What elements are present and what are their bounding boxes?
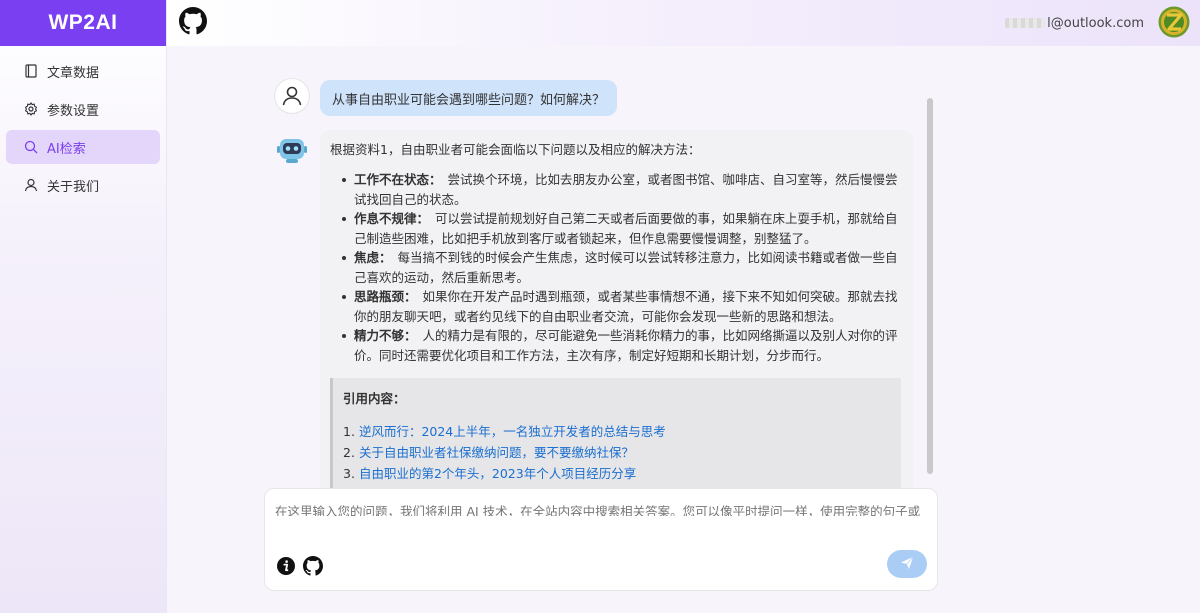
github-icon[interactable] bbox=[303, 556, 323, 576]
robot-avatar-icon bbox=[274, 131, 310, 167]
list-item: 思路瓶颈： 如果你在开发产品时遇到瓶颈，或者某些事情想不通，接下来不知如何突破。那… bbox=[340, 287, 901, 326]
point-title: 焦虑： bbox=[354, 250, 392, 265]
question-input[interactable] bbox=[275, 501, 925, 516]
bot-intro: 根据资料1，自由职业者可能会面临以下问题以及相应的解决方法： bbox=[330, 142, 701, 157]
reference-number: 2. bbox=[343, 445, 355, 460]
search-icon bbox=[24, 140, 38, 154]
point-text: 可以尝试提前规划好自己第二天或者后面要做的事，如果躺在床上耍手机，那就给自己制造… bbox=[354, 211, 898, 246]
list-item: 作息不规律： 可以尝试提前规划好自己第二天或者后面要做的事，如果躺在床上耍手机，那… bbox=[340, 209, 901, 248]
chat-scrollbar[interactable] bbox=[922, 80, 936, 490]
user-avatar bbox=[274, 78, 310, 114]
info-icon[interactable] bbox=[276, 556, 296, 576]
book-icon bbox=[24, 64, 38, 78]
reference-number: 1. bbox=[343, 424, 355, 439]
reference-item: 1. 逆风而行：2024上半年，一名独立开发者的总结与思考 bbox=[343, 421, 889, 442]
reference-link[interactable]: 逆风而行：2024上半年，一名独立开发者的总结与思考 bbox=[359, 424, 666, 439]
user-avatar-icon bbox=[282, 86, 302, 106]
reference-item: 3. 自由职业的第2个年头，2023年个人项目经历分享 bbox=[343, 463, 889, 484]
sidebar-item-label: 文章数据 bbox=[47, 65, 100, 81]
reference-item: 2. 关于自由职业者社保缴纳问题，要不要缴纳社保？ bbox=[343, 442, 889, 463]
sidebar-nav: 文章数据 参数设置 AI检索 关于我们 bbox=[0, 46, 166, 202]
bot-points: 工作不在状态： 尝试换个环境，比如去朋友办公室，或者图书馆、咖啡店、自习室等，然后… bbox=[330, 170, 901, 365]
github-icon[interactable] bbox=[179, 7, 207, 35]
reference-link[interactable]: 自由职业的第2个年头，2023年个人项目经历分享 bbox=[359, 466, 636, 481]
reference-number: 3. bbox=[343, 466, 355, 481]
app-logo[interactable]: WP2AI bbox=[0, 0, 166, 46]
z-avatar-icon[interactable] bbox=[1158, 6, 1190, 38]
point-title: 精力不够： bbox=[354, 328, 417, 343]
send-button[interactable] bbox=[887, 550, 927, 578]
top-header: l@outlook.com bbox=[167, 0, 1200, 46]
reference-link[interactable]: 关于自由职业者社保缴纳问题，要不要缴纳社保？ bbox=[359, 445, 634, 460]
sidebar-item-label: AI检索 bbox=[47, 141, 86, 157]
user-email[interactable]: l@outlook.com bbox=[1005, 0, 1144, 46]
reference-list: 1. 逆风而行：2024上半年，一名独立开发者的总结与思考 2. 关于自由职业者社保… bbox=[343, 421, 889, 484]
question-input-box bbox=[264, 488, 938, 591]
quote-title: 引用内容： bbox=[343, 391, 406, 406]
email-text: l@outlook.com bbox=[1047, 15, 1144, 31]
point-title: 工作不在状态： bbox=[354, 172, 442, 187]
sidebar-item-label: 关于我们 bbox=[47, 179, 100, 195]
sidebar-item-ai-search[interactable]: AI检索 bbox=[6, 130, 160, 164]
point-text: 每当搞不到钱的时候会产生焦虑，这时候可以尝试转移注意力，比如阅读书籍或者做一些自… bbox=[354, 250, 898, 285]
email-mask bbox=[1005, 18, 1046, 28]
user-message: 从事自由职业可能会遇到哪些问题？如何解决？ bbox=[320, 80, 618, 116]
point-text: 如果你在开发产品时遇到瓶颈，或者某些事情想不通，接下来不知如何突破。那就去找你的… bbox=[354, 289, 898, 324]
sidebar-item-label: 参数设置 bbox=[47, 103, 100, 119]
point-title: 思路瓶颈： bbox=[354, 289, 417, 304]
sidebar-item-articles[interactable]: 文章数据 bbox=[6, 54, 160, 88]
user-icon bbox=[24, 178, 38, 192]
gear-icon bbox=[24, 102, 38, 116]
scrollbar-thumb[interactable] bbox=[927, 98, 933, 474]
point-title: 作息不规律： bbox=[354, 211, 430, 226]
list-item: 焦虑： 每当搞不到钱的时候会产生焦虑，这时候可以尝试转移注意力，比如阅读书籍或者做… bbox=[340, 248, 901, 287]
bot-message: 根据资料1，自由职业者可能会面临以下问题以及相应的解决方法： 工作不在状态： 尝试… bbox=[320, 130, 913, 490]
chat-area: 从事自由职业可能会遇到哪些问题？如何解决？ 根据资料1，自由职业者可能会面临以下… bbox=[264, 78, 936, 490]
sidebar: WP2AI 文章数据 参数设置 AI检索 关于我们 bbox=[0, 0, 167, 613]
send-icon bbox=[900, 555, 914, 574]
point-text: 人的精力是有限的，尽可能避免一些消耗你精力的事，比如网络撕逼以及别人对你的评价。… bbox=[354, 328, 898, 363]
reference-quote: 引用内容： 1. 逆风而行：2024上半年，一名独立开发者的总结与思考 2. 关于自… bbox=[330, 378, 901, 490]
sidebar-item-settings[interactable]: 参数设置 bbox=[6, 92, 160, 126]
list-item: 精力不够： 人的精力是有限的，尽可能避免一些消耗你精力的事，比如网络撕逼以及别人对… bbox=[340, 326, 901, 365]
list-item: 工作不在状态： 尝试换个环境，比如去朋友办公室，或者图书馆、咖啡店、自习室等，然后… bbox=[340, 170, 901, 209]
sidebar-item-about[interactable]: 关于我们 bbox=[6, 168, 160, 202]
